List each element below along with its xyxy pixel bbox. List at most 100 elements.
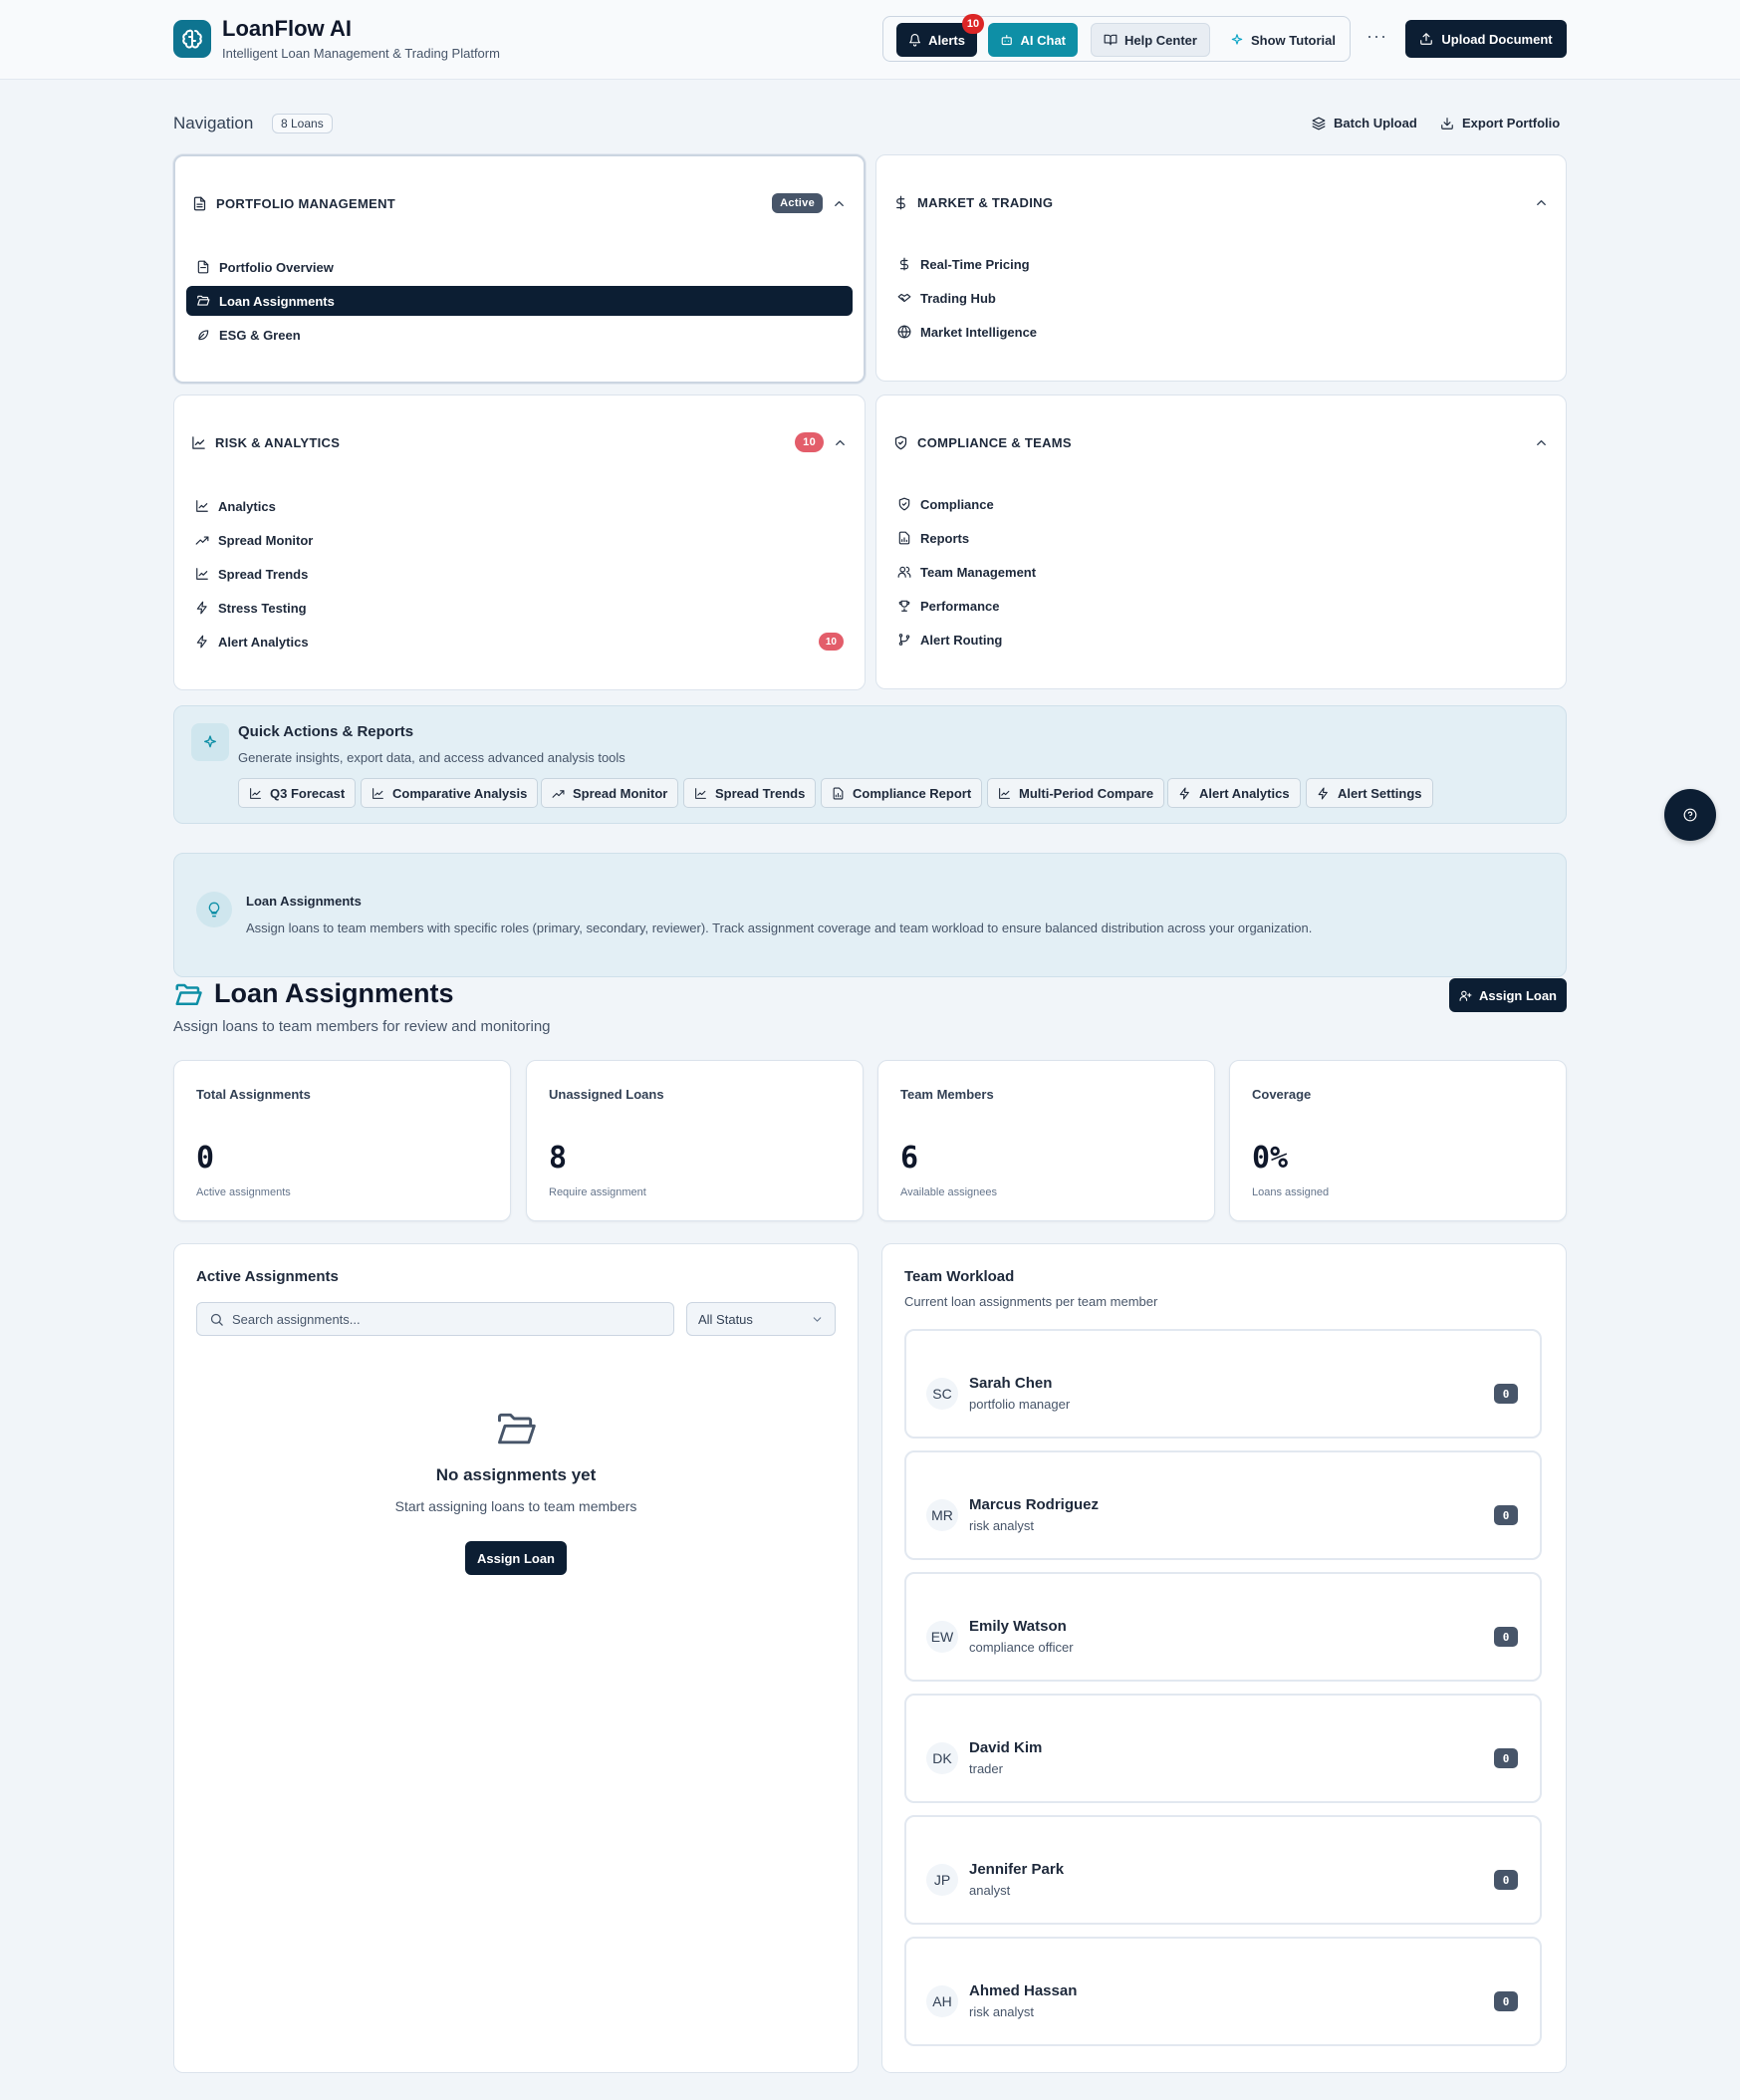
comparative-analysis-button[interactable]: Comparative Analysis (361, 778, 539, 808)
nav-item-analytics[interactable]: Analytics (185, 491, 854, 521)
more-options-icon[interactable]: ··· (1367, 26, 1387, 47)
q3-forecast-button[interactable]: Q3 Forecast (238, 778, 357, 808)
nav-item-label: Team Management (920, 564, 1037, 580)
spread-monitor-button[interactable]: Spread Monitor (541, 778, 679, 808)
stat-value: 8 (549, 1141, 568, 1176)
nav-item-alert-analytics[interactable]: Alert Analytics 10 (185, 627, 854, 656)
nav-item-stress-testing[interactable]: Stress Testing (185, 593, 854, 623)
team-member-card[interactable]: DK David Kim trader 0 (904, 1694, 1542, 1803)
chevron-up-icon[interactable] (1534, 195, 1549, 210)
status-filter-select[interactable]: All Status (686, 1302, 836, 1336)
assignment-count-badge: 0 (1494, 1991, 1518, 2011)
quick-action-label: Compliance Report (853, 785, 972, 801)
nav-item-spread-trends[interactable]: Spread Trends (185, 559, 854, 589)
portfolio-management-header[interactable]: PORTFOLIO MANAGEMENT Active (192, 192, 847, 214)
nav-item-spread-monitor[interactable]: Spread Monitor (185, 525, 854, 555)
bot-icon (1001, 34, 1012, 46)
team-member-card[interactable]: EW Emily Watson compliance officer 0 (904, 1572, 1542, 1682)
help-fab-button[interactable] (1664, 789, 1716, 841)
quick-action-label: Spread Trends (715, 785, 806, 801)
chevron-up-icon[interactable] (833, 435, 848, 450)
risk-alert-badge: 10 (795, 432, 824, 452)
alert-analytics-button[interactable]: Alert Analytics (1167, 778, 1301, 808)
member-name: David Kim (969, 1739, 1043, 1756)
risk-analytics-header[interactable]: RISK & ANALYTICS 10 (191, 431, 848, 453)
nav-item-market-intelligence[interactable]: Market Intelligence (887, 317, 1555, 347)
nav-item-trading-hub[interactable]: Trading Hub (887, 283, 1555, 313)
search-assignments-field[interactable] (196, 1302, 674, 1336)
show-tutorial-button[interactable]: Show Tutorial (1218, 23, 1348, 57)
stat-note: Available assignees (900, 1186, 998, 1198)
download-icon (1441, 117, 1453, 130)
nav-item-real-time-pricing[interactable]: Real-Time Pricing (887, 249, 1555, 279)
compliance-teams-header[interactable]: COMPLIANCE & TEAMS (893, 431, 1549, 453)
member-name: Ahmed Hassan (969, 1982, 1078, 1999)
stat-label: Unassigned Loans (549, 1087, 664, 1102)
nav-item-label: Trading Hub (920, 290, 996, 306)
file-chart-icon (833, 787, 844, 799)
user-plus-icon (1459, 990, 1472, 1001)
batch-upload-button[interactable]: Batch Upload (1312, 116, 1417, 131)
stat-value: 0% (1252, 1141, 1289, 1176)
section-title: RISK & ANALYTICS (215, 434, 341, 450)
assignment-count-badge: 0 (1494, 1384, 1518, 1404)
compliance-report-button[interactable]: Compliance Report (821, 778, 983, 808)
ai-chat-button[interactable]: AI Chat (988, 23, 1078, 57)
risk-analytics-section: RISK & ANALYTICS 10 Analytics Spread Mon… (173, 394, 866, 690)
empty-state-title: No assignments yet (435, 1465, 597, 1484)
nav-item-label: Real-Time Pricing (920, 256, 1030, 272)
nav-item-label: Spread Monitor (218, 532, 314, 548)
brain-icon[interactable] (173, 20, 211, 58)
nav-item-loan-assignments[interactable]: Loan Assignments (186, 286, 853, 316)
nav-item-reports[interactable]: Reports (887, 523, 1555, 553)
avatar: MR (926, 1499, 958, 1531)
alert-settings-button[interactable]: Alert Settings (1306, 778, 1433, 808)
team-member-card[interactable]: AH Ahmed Hassan risk analyst 0 (904, 1937, 1542, 2046)
member-role: analyst (969, 1883, 1011, 1898)
assignment-count-badge: 0 (1494, 1627, 1518, 1647)
dollar-sign-icon (896, 195, 905, 209)
section-title: COMPLIANCE & TEAMS (917, 434, 1072, 450)
trending-up-icon (195, 536, 209, 545)
export-portfolio-button[interactable]: Export Portfolio (1440, 116, 1560, 131)
zap-icon (1318, 787, 1328, 799)
nav-item-team-management[interactable]: Team Management (887, 557, 1555, 587)
file-chart-icon (898, 531, 910, 545)
nav-item-alert-routing[interactable]: Alert Routing (887, 625, 1555, 655)
empty-assign-loan-button[interactable]: Assign Loan (465, 1541, 567, 1575)
chevron-up-icon[interactable] (1534, 435, 1549, 450)
shield-check-icon (894, 435, 907, 449)
team-workload-subtitle: Current loan assignments per team member (904, 1294, 1158, 1309)
assign-loan-button[interactable]: Assign Loan (1449, 978, 1567, 1012)
team-member-card[interactable]: SC Sarah Chen portfolio manager 0 (904, 1329, 1542, 1439)
nav-item-portfolio-overview[interactable]: Portfolio Overview (186, 252, 853, 282)
upload-document-button[interactable]: Upload Document (1405, 20, 1567, 58)
help-center-button[interactable]: Help Center (1091, 23, 1210, 57)
stat-label: Team Members (900, 1087, 994, 1102)
active-badge: Active (772, 193, 823, 213)
status-filter-value: All Status (698, 1311, 753, 1327)
nav-item-compliance[interactable]: Compliance (887, 489, 1555, 519)
avatar: EW (926, 1621, 958, 1653)
spread-trends-button[interactable]: Spread Trends (683, 778, 817, 808)
alert-analytics-badge: 10 (818, 633, 844, 651)
search-input[interactable] (232, 1311, 661, 1327)
nav-item-esg-green[interactable]: ESG & Green (186, 320, 853, 350)
chevron-up-icon[interactable] (832, 196, 847, 211)
nav-item-performance[interactable]: Performance (887, 591, 1555, 621)
stat-card-team-members: Team Members 6 Available assignees (877, 1060, 1215, 1221)
line-chart-icon (250, 787, 261, 799)
sparkles-icon (191, 723, 229, 761)
quick-actions-panel: Quick Actions & Reports Generate insight… (173, 705, 1567, 824)
bell-icon (909, 34, 921, 47)
team-member-card[interactable]: JP Jennifer Park analyst 0 (904, 1815, 1542, 1925)
multi-period-compare-button[interactable]: Multi-Period Compare (987, 778, 1165, 808)
nav-item-label: Compliance (920, 496, 994, 512)
line-chart-icon (373, 787, 383, 799)
info-banner-title: Loan Assignments (246, 894, 362, 909)
git-branch-icon (898, 634, 910, 646)
market-trading-header[interactable]: MARKET & TRADING (893, 191, 1549, 213)
quick-action-label: Alert Analytics (1199, 785, 1290, 801)
team-member-card[interactable]: MR Marcus Rodriguez risk analyst 0 (904, 1450, 1542, 1560)
quick-action-label: Spread Monitor (573, 785, 668, 801)
